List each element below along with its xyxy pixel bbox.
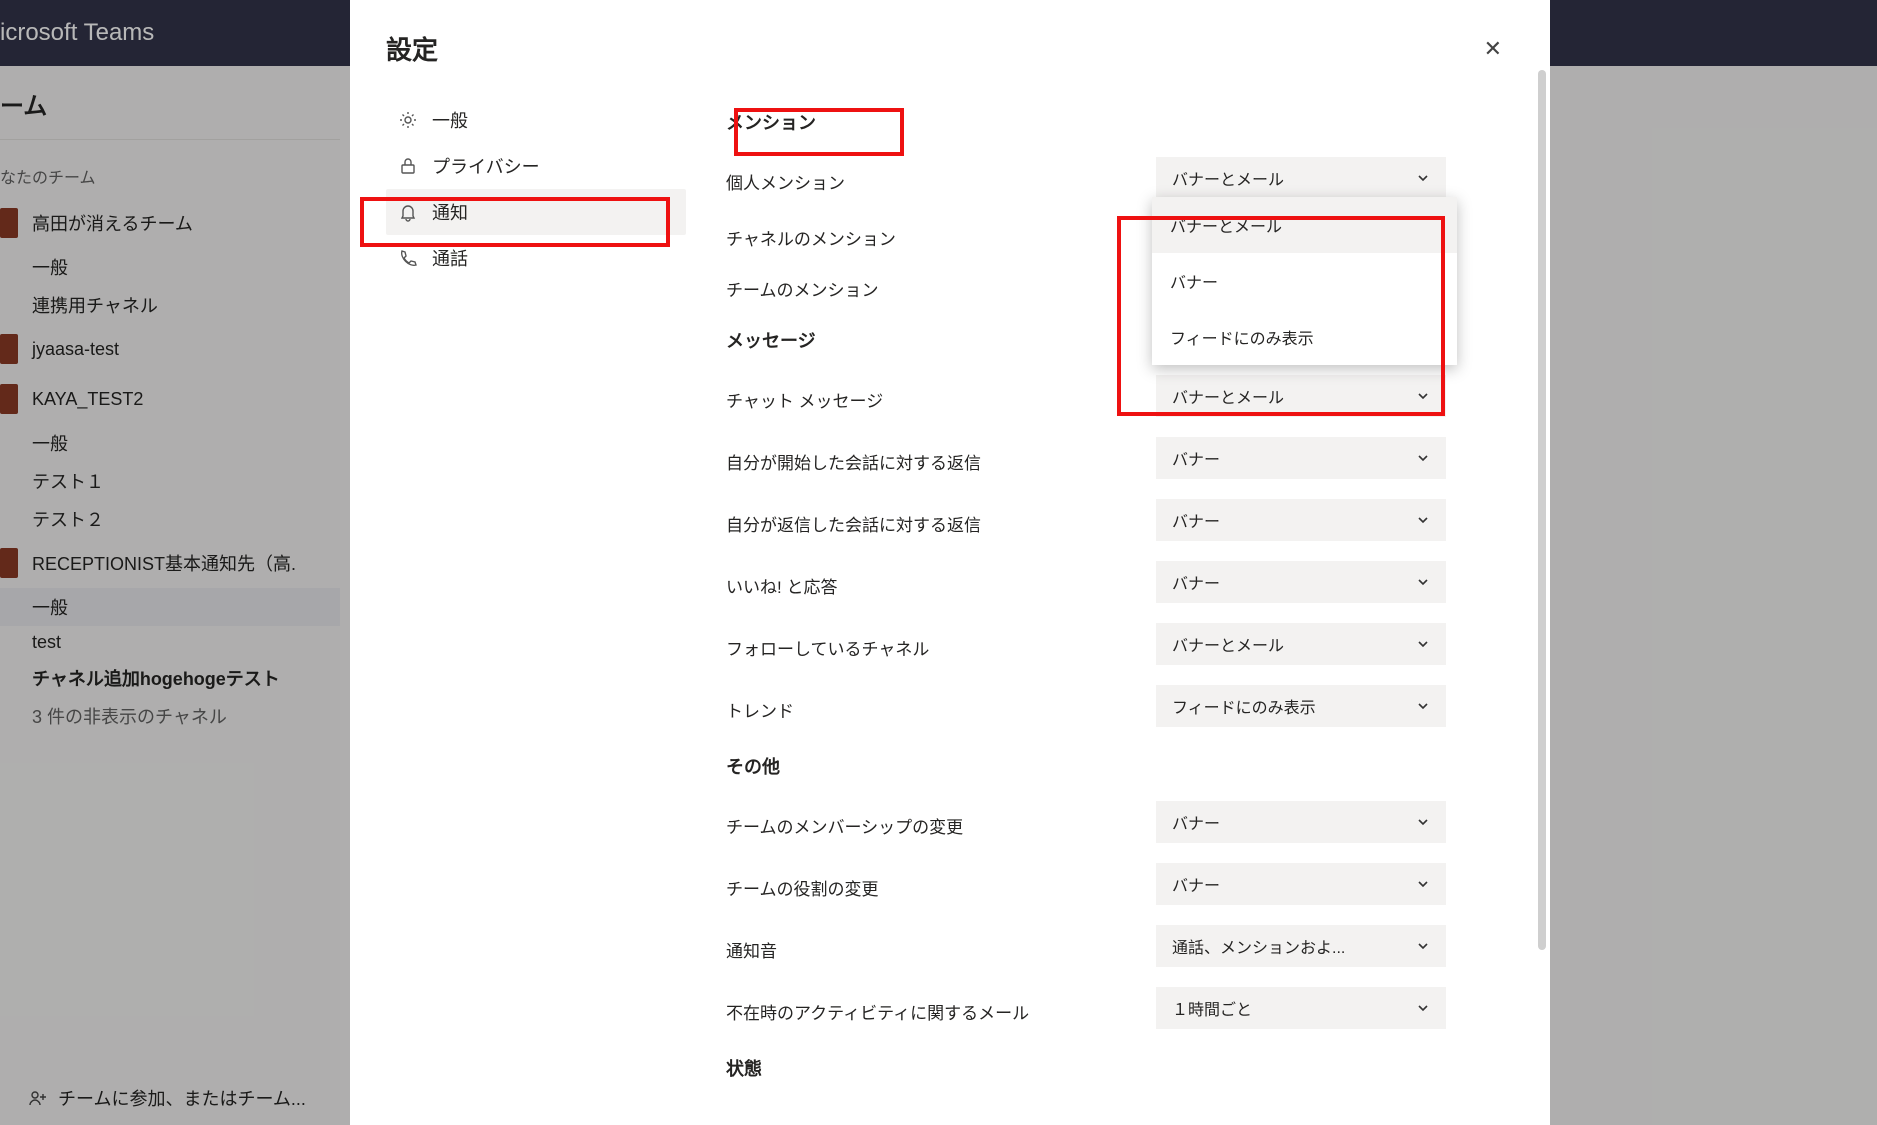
chevron-down-icon [1416, 389, 1430, 403]
setting-row-personal-mention: 個人メンション バナーとメール [726, 157, 1446, 199]
setting-label: チームのメンバーシップの変更 [726, 807, 963, 838]
setting-label: チャネルのメンション [726, 219, 896, 250]
chevron-down-icon [1416, 451, 1430, 465]
section-title-other: その他 [726, 753, 780, 779]
setting-row: トレンド フィードにのみ表示 [726, 685, 1446, 727]
select-value: １時間ごと [1172, 996, 1252, 1020]
setting-row: 自分が開始した会話に対する返信 バナー [726, 437, 1446, 479]
dropdown-option[interactable]: バナー [1152, 253, 1457, 309]
setting-row: チームのメンバーシップの変更 バナー [726, 801, 1446, 843]
nav-label: 通知 [432, 199, 468, 225]
select-value: バナーとメール [1172, 166, 1284, 190]
select-value: バナー [1172, 508, 1220, 532]
chevron-down-icon [1416, 699, 1430, 713]
nav-label: プライバシー [432, 153, 540, 179]
settings-content: メンション 個人メンション バナーとメール チャネルのメンション [686, 91, 1550, 1125]
nav-label: 一般 [432, 107, 468, 133]
content-scrollbar[interactable] [1538, 70, 1546, 950]
section-title-messages: メッセージ [726, 327, 816, 353]
setting-row: フォローしているチャネル バナーとメール [726, 623, 1446, 665]
setting-row: いいね! と応答 バナー [726, 561, 1446, 603]
select-sounds[interactable]: 通話、メンションおよ... [1156, 925, 1446, 967]
select-membership-change[interactable]: バナー [1156, 801, 1446, 843]
chevron-down-icon [1416, 171, 1430, 185]
select-value: バナー [1172, 810, 1220, 834]
bell-icon [398, 202, 418, 222]
setting-label: 自分が開始した会話に対する返信 [726, 443, 981, 474]
dropdown-option[interactable]: フィードにのみ表示 [1152, 309, 1457, 365]
select-value: 通話、メンションおよ... [1172, 934, 1345, 958]
setting-row: 不在時のアクティビティに関するメール １時間ごと [726, 987, 1446, 1029]
chevron-down-icon [1416, 877, 1430, 891]
chevron-down-icon [1416, 1001, 1430, 1015]
setting-label: 個人メンション [726, 163, 845, 194]
setting-label: いいね! と応答 [726, 567, 837, 598]
phone-icon [398, 248, 418, 268]
setting-label: チャット メッセージ [726, 381, 883, 412]
setting-label: 通知音 [726, 931, 777, 962]
settings-modal: 設定 ✕ 一般 プライバシー [350, 0, 1550, 1125]
select-value: バナーとメール [1172, 632, 1284, 656]
select-value: バナー [1172, 872, 1220, 896]
chevron-down-icon [1416, 939, 1430, 953]
select-chat-messages[interactable]: バナーとメール [1156, 375, 1446, 417]
select-trending[interactable]: フィードにのみ表示 [1156, 685, 1446, 727]
modal-title: 設定 [386, 30, 438, 67]
nav-item-calls[interactable]: 通話 [386, 235, 686, 281]
select-value: バナー [1172, 446, 1220, 470]
setting-row: 自分が返信した会話に対する返信 バナー [726, 499, 1446, 541]
close-button[interactable]: ✕ [1476, 32, 1510, 66]
nav-item-general[interactable]: 一般 [386, 97, 686, 143]
select-value: バナー [1172, 570, 1220, 594]
chevron-down-icon [1416, 575, 1430, 589]
nav-label: 通話 [432, 245, 468, 271]
modal-header: 設定 ✕ [350, 0, 1550, 91]
select-value: バナーとメール [1172, 384, 1284, 408]
select-value: フィードにのみ表示 [1172, 694, 1316, 718]
dropdown-option[interactable]: バナーとメール [1152, 197, 1457, 253]
chevron-down-icon [1416, 815, 1430, 829]
settings-nav: 一般 プライバシー 通知 [386, 91, 686, 1125]
section-title-mentions: メンション [726, 109, 816, 135]
select-personal-mention[interactable]: バナーとメール [1156, 157, 1446, 199]
chevron-down-icon [1416, 637, 1430, 651]
gear-icon [398, 110, 418, 130]
setting-label: 不在時のアクティビティに関するメール [726, 993, 1029, 1024]
select-role-change[interactable]: バナー [1156, 863, 1446, 905]
setting-label: チームのメンション [726, 270, 879, 301]
setting-row: チャット メッセージ バナーとメール [726, 375, 1446, 417]
setting-label: フォローしているチャネル [726, 629, 929, 660]
chevron-down-icon [1416, 513, 1430, 527]
setting-label: トレンド [726, 691, 794, 722]
setting-label: 自分が返信した会話に対する返信 [726, 505, 981, 536]
setting-row: チームの役割の変更 バナー [726, 863, 1446, 905]
nav-item-notifications[interactable]: 通知 [386, 189, 686, 235]
nav-item-privacy[interactable]: プライバシー [386, 143, 686, 189]
select-followed-channels[interactable]: バナーとメール [1156, 623, 1446, 665]
select-likes[interactable]: バナー [1156, 561, 1446, 603]
select-missed-activity[interactable]: １時間ごと [1156, 987, 1446, 1029]
section-title-status: 状態 [726, 1055, 762, 1081]
select-replies-replied[interactable]: バナー [1156, 499, 1446, 541]
select-replies-started[interactable]: バナー [1156, 437, 1446, 479]
setting-row: 通知音 通話、メンションおよ... [726, 925, 1446, 967]
lock-icon [398, 156, 418, 176]
dropdown-menu: バナーとメール バナー フィードにのみ表示 [1152, 197, 1457, 365]
app-root: icrosoft Teams ーム なたのチーム 高田が消えるチーム 一般 連携… [0, 0, 1877, 1125]
modal-body: 一般 プライバシー 通知 [350, 91, 1550, 1125]
setting-label: チームの役割の変更 [726, 869, 879, 900]
